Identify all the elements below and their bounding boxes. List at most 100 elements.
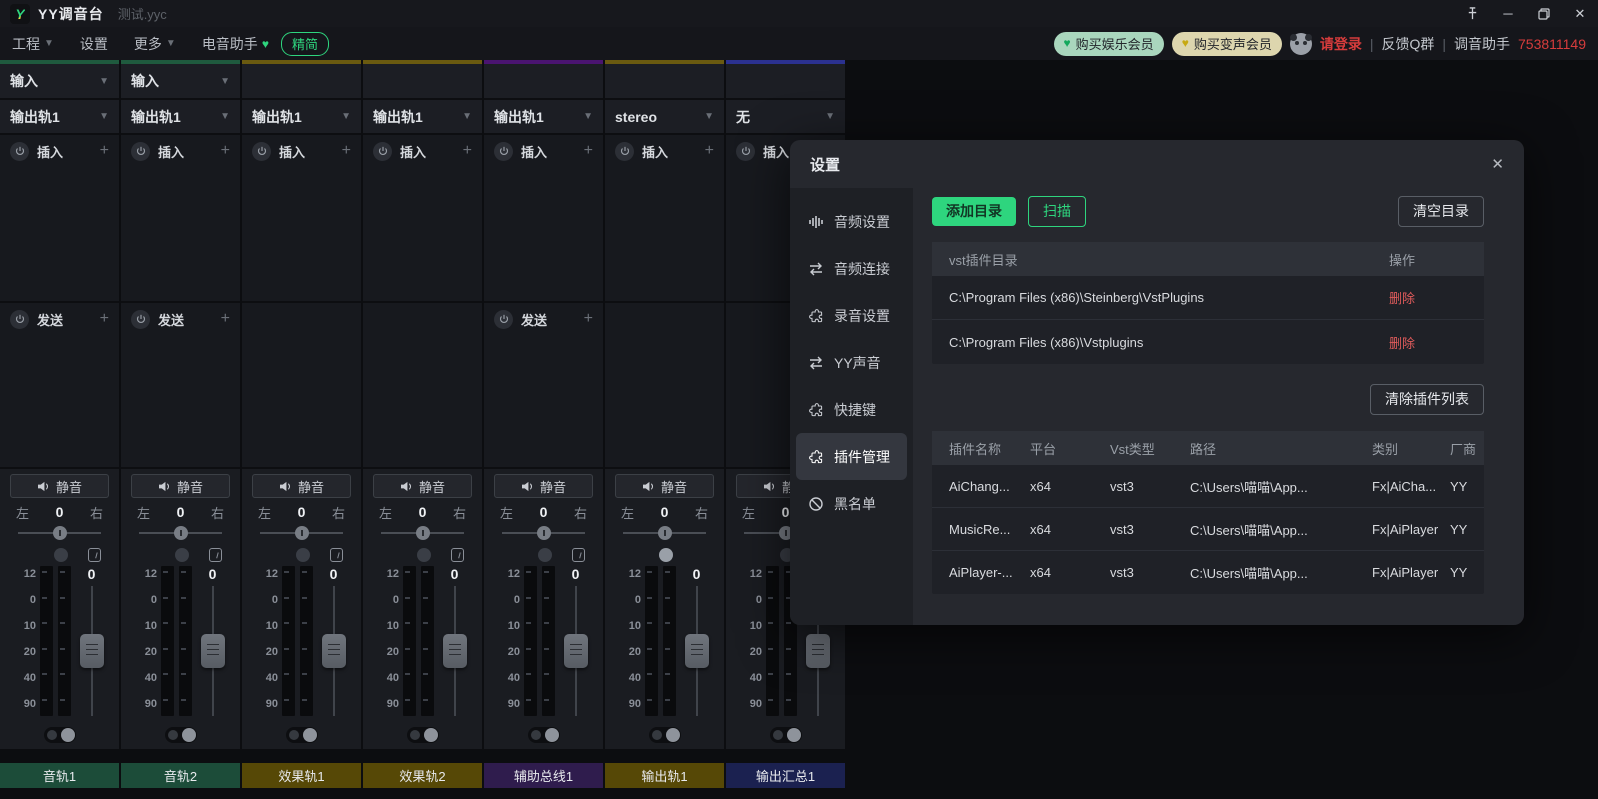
pan-knob[interactable] bbox=[416, 526, 430, 540]
simple-mode-badge[interactable]: 精简 bbox=[281, 32, 329, 56]
track-name[interactable]: 效果轨1 bbox=[242, 763, 361, 788]
volume-fader[interactable] bbox=[201, 584, 225, 722]
input-select[interactable]: 输入 ▼ bbox=[121, 64, 240, 100]
automation-icon[interactable] bbox=[572, 548, 585, 562]
track-name[interactable]: 效果轨2 bbox=[363, 763, 482, 788]
output-select[interactable]: 无 ▼ bbox=[726, 100, 845, 135]
input-select[interactable]: 输入 ▼ bbox=[0, 64, 119, 100]
user-avatar[interactable] bbox=[1290, 33, 1312, 55]
pan-slider[interactable] bbox=[260, 526, 343, 540]
sidebar-item-recording[interactable]: 录音设置 bbox=[796, 292, 907, 339]
menu-settings[interactable]: 设置 bbox=[80, 34, 108, 54]
output-select[interactable]: 输出轨1 ▼ bbox=[242, 100, 361, 135]
fader-knob[interactable] bbox=[322, 634, 346, 668]
add-send-button[interactable]: + bbox=[221, 310, 230, 328]
dialog-close-button[interactable]: ✕ bbox=[1491, 155, 1504, 173]
fader-knob[interactable] bbox=[564, 634, 588, 668]
volume-fader[interactable] bbox=[322, 584, 346, 722]
output-select[interactable]: 输出轨1 ▼ bbox=[121, 100, 240, 135]
table-row[interactable]: MusicRe... x64 vst3 C:\Users\喵喵\App... F… bbox=[932, 508, 1484, 551]
pan-knob[interactable] bbox=[53, 526, 67, 540]
mute-button[interactable]: 静音 bbox=[252, 474, 351, 498]
automation-icon[interactable] bbox=[451, 548, 464, 562]
channel-toggle[interactable] bbox=[407, 727, 439, 743]
add-insert-button[interactable]: + bbox=[100, 142, 109, 160]
sidebar-item-blacklist[interactable]: 黑名单 bbox=[796, 480, 907, 527]
table-row[interactable]: AiChang... x64 vst3 C:\Users\喵喵\App... F… bbox=[932, 465, 1484, 508]
power-icon[interactable] bbox=[494, 142, 513, 161]
fader-knob[interactable] bbox=[443, 634, 467, 668]
channel-toggle[interactable] bbox=[528, 727, 560, 743]
fader-knob[interactable] bbox=[806, 634, 830, 668]
pan-knob[interactable] bbox=[174, 526, 188, 540]
delete-directory-link[interactable]: 删除 bbox=[1389, 288, 1484, 307]
pan-knob[interactable] bbox=[295, 526, 309, 540]
channel-toggle[interactable] bbox=[165, 727, 197, 743]
track-name[interactable]: 辅助总线1 bbox=[484, 763, 603, 788]
menu-voice-assistant[interactable]: 电音助手♥ bbox=[202, 34, 269, 54]
sidebar-item-audio-settings[interactable]: 音频设置 bbox=[796, 198, 907, 245]
add-insert-button[interactable]: + bbox=[463, 142, 472, 160]
mute-button[interactable]: 静音 bbox=[131, 474, 230, 498]
output-select[interactable]: 输出轨1 ▼ bbox=[484, 100, 603, 135]
minimize-button[interactable]: ─ bbox=[1500, 6, 1516, 22]
fader-knob[interactable] bbox=[685, 634, 709, 668]
volume-fader[interactable] bbox=[685, 584, 709, 722]
add-insert-button[interactable]: + bbox=[584, 142, 593, 160]
pan-slider[interactable] bbox=[139, 526, 222, 540]
add-insert-button[interactable]: + bbox=[705, 142, 714, 160]
sidebar-item-plugin-manager[interactable]: 插件管理 bbox=[796, 433, 907, 480]
volume-fader[interactable] bbox=[564, 584, 588, 722]
output-select[interactable]: 输出轨1 ▼ bbox=[0, 100, 119, 135]
pan-knob[interactable] bbox=[658, 526, 672, 540]
mute-button[interactable]: 静音 bbox=[494, 474, 593, 498]
menu-more[interactable]: 更多▼ bbox=[134, 34, 176, 54]
output-select[interactable]: 输出轨1 ▼ bbox=[363, 100, 482, 135]
volume-fader[interactable] bbox=[80, 584, 104, 722]
power-icon[interactable] bbox=[494, 310, 513, 329]
buy-entertainment-member-button[interactable]: ♥ 购买娱乐会员 bbox=[1054, 32, 1164, 56]
pin-icon[interactable] bbox=[1464, 6, 1480, 22]
clear-directories-button[interactable]: 清空目录 bbox=[1398, 196, 1484, 227]
scan-button[interactable]: 扫描 bbox=[1028, 196, 1086, 227]
add-directory-button[interactable]: 添加目录 bbox=[932, 197, 1016, 226]
buy-voice-member-button[interactable]: ♥ 购买变声会员 bbox=[1172, 32, 1282, 56]
pan-slider[interactable] bbox=[381, 526, 464, 540]
automation-icon[interactable] bbox=[209, 548, 222, 562]
pan-slider[interactable] bbox=[502, 526, 585, 540]
channel-toggle[interactable] bbox=[286, 727, 318, 743]
power-icon[interactable] bbox=[615, 142, 634, 161]
volume-fader[interactable] bbox=[443, 584, 467, 722]
login-link[interactable]: 请登录 bbox=[1320, 34, 1362, 54]
power-icon[interactable] bbox=[373, 142, 392, 161]
sidebar-item-yy-sound[interactable]: YY声音 bbox=[796, 339, 907, 386]
add-insert-button[interactable]: + bbox=[342, 142, 351, 160]
channel-toggle[interactable] bbox=[649, 727, 681, 743]
add-send-button[interactable]: + bbox=[584, 310, 593, 328]
pan-knob[interactable] bbox=[537, 526, 551, 540]
restore-button[interactable] bbox=[1536, 6, 1552, 22]
mute-button[interactable]: 静音 bbox=[373, 474, 472, 498]
power-icon[interactable] bbox=[131, 142, 150, 161]
track-name[interactable]: 音轨2 bbox=[121, 763, 240, 788]
fader-knob[interactable] bbox=[80, 634, 104, 668]
close-button[interactable]: ✕ bbox=[1572, 6, 1588, 22]
power-icon[interactable] bbox=[131, 310, 150, 329]
track-name[interactable]: 输出汇总1 bbox=[726, 763, 845, 788]
menu-project[interactable]: 工程▼ bbox=[12, 34, 54, 54]
output-select[interactable]: stereo ▼ bbox=[605, 100, 724, 135]
sidebar-item-hotkeys[interactable]: 快捷键 bbox=[796, 386, 907, 433]
power-icon[interactable] bbox=[736, 142, 755, 161]
power-icon[interactable] bbox=[10, 310, 29, 329]
track-name[interactable]: 音轨1 bbox=[0, 763, 119, 788]
channel-toggle[interactable] bbox=[44, 727, 76, 743]
automation-icon[interactable] bbox=[330, 548, 343, 562]
track-name[interactable]: 输出轨1 bbox=[605, 763, 724, 788]
fader-knob[interactable] bbox=[201, 634, 225, 668]
clear-plugin-list-button[interactable]: 清除插件列表 bbox=[1370, 384, 1484, 415]
power-icon[interactable] bbox=[10, 142, 29, 161]
sidebar-item-audio-connect[interactable]: 音频连接 bbox=[796, 245, 907, 292]
pan-slider[interactable] bbox=[18, 526, 101, 540]
mute-button[interactable]: 静音 bbox=[10, 474, 109, 498]
add-insert-button[interactable]: + bbox=[221, 142, 230, 160]
